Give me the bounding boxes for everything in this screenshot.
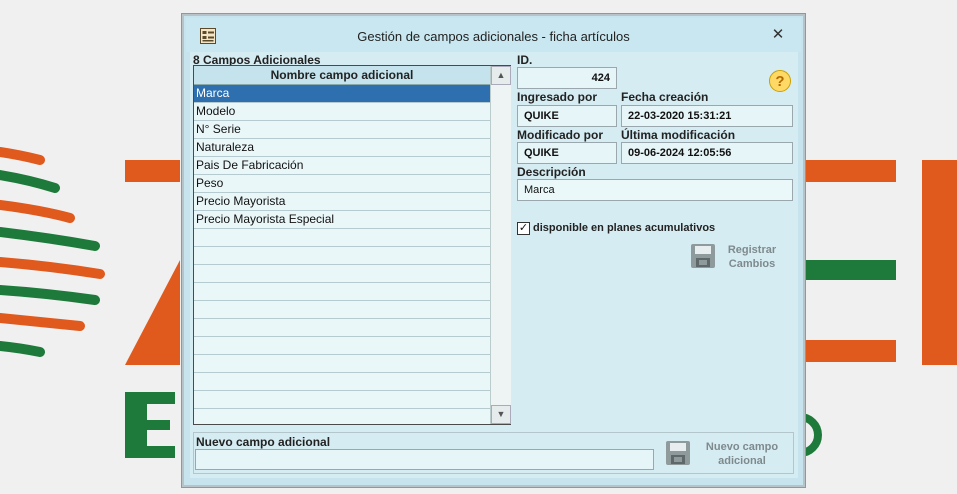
new-field-button[interactable]: Nuevo campo adicional — [697, 440, 787, 468]
logo-letter-z-diag — [125, 260, 180, 365]
additional-fields-dialog: Gestión de campos adicionales - ficha ar… — [181, 13, 806, 488]
list-item-empty[interactable] — [194, 265, 490, 283]
logo-bar — [806, 340, 896, 362]
new-field-label: Nuevo campo adicional — [196, 435, 331, 449]
created-date-label: Fecha creación — [621, 90, 709, 104]
description-label: Descripción — [517, 165, 586, 179]
new-field-button-line1: Nuevo campo — [705, 441, 779, 453]
list-item[interactable]: Modelo — [194, 103, 490, 121]
created-by-field: QUIKE — [517, 105, 617, 127]
logo-letter-z — [125, 160, 180, 182]
description-input[interactable]: Marca — [517, 179, 793, 201]
list-item-empty[interactable] — [194, 229, 490, 247]
list-item-empty[interactable] — [194, 301, 490, 319]
id-label: ID. — [517, 53, 533, 67]
list-item[interactable]: Marca — [194, 85, 490, 103]
save-label-line2: Cambios — [728, 258, 776, 270]
modified-date-field: 09-06-2024 12:05:56 — [621, 142, 793, 164]
dialog-body: 8 Campos Adicionales Nombre campo adicio… — [190, 52, 798, 478]
list-item[interactable]: N° Serie — [194, 121, 490, 139]
scroll-down-button[interactable]: ▼ — [491, 405, 511, 424]
new-field-panel: Nuevo campo adicional Nuevo campo adicio… — [193, 432, 794, 474]
cumulative-checkbox-label[interactable]: disponible en planes acumulativos — [533, 222, 715, 234]
list-item-empty[interactable] — [194, 337, 490, 355]
save-changes-button[interactable]: Registrar Cambios — [722, 243, 782, 271]
list-item[interactable]: Precio Mayorista — [194, 193, 490, 211]
list-item-empty[interactable] — [194, 319, 490, 337]
list-column-header[interactable]: Nombre campo adicional — [194, 66, 490, 85]
list-rows: Marca Modelo N° Serie Naturaleza Pais De Fab… — [194, 85, 490, 409]
title-bar[interactable]: Gestión de campos adicionales - ficha ar… — [186, 18, 801, 52]
additional-fields-list[interactable]: Nombre campo adicional Marca Modelo N° Ser… — [193, 65, 511, 425]
created-date-field: 22-03-2020 15:31:21 — [621, 105, 793, 127]
new-field-button-line2: adicional — [718, 455, 766, 467]
help-icon[interactable]: ? — [769, 70, 791, 92]
list-item[interactable]: Naturaleza — [194, 139, 490, 157]
save-changes-floppy-icon[interactable] — [690, 243, 716, 269]
modified-by-label: Modificado por — [517, 128, 603, 142]
scroll-up-button[interactable]: ▲ — [491, 66, 511, 85]
list-scrollbar[interactable]: ▲ ▼ — [490, 66, 511, 424]
list-item[interactable]: Precio Mayorista Especial — [194, 211, 490, 229]
logo-swoosh — [0, 147, 105, 357]
id-field: 424 — [517, 67, 617, 89]
modified-date-label: Última modificación — [621, 128, 736, 142]
list-item[interactable]: Pais De Fabricación — [194, 157, 490, 175]
cumulative-checkbox[interactable]: ✓ — [517, 222, 530, 235]
dialog-title: Gestión de campos adicionales - ficha ar… — [357, 29, 630, 44]
created-by-label: Ingresado por — [517, 90, 598, 104]
save-label-line1: Registrar — [727, 244, 777, 256]
new-field-floppy-icon[interactable] — [665, 440, 691, 466]
modified-by-field: QUIKE — [517, 142, 617, 164]
close-button[interactable]: ✕ — [768, 25, 788, 45]
list-item-empty[interactable] — [194, 283, 490, 301]
list-item[interactable]: Peso — [194, 175, 490, 193]
logo-bar — [806, 160, 896, 182]
list-item-empty[interactable] — [194, 373, 490, 391]
logo-bar — [806, 260, 896, 280]
new-field-input[interactable] — [195, 449, 654, 470]
logo-bar — [922, 160, 957, 365]
list-item-empty[interactable] — [194, 247, 490, 265]
list-item-empty[interactable] — [194, 355, 490, 373]
list-item-empty[interactable] — [194, 391, 490, 409]
